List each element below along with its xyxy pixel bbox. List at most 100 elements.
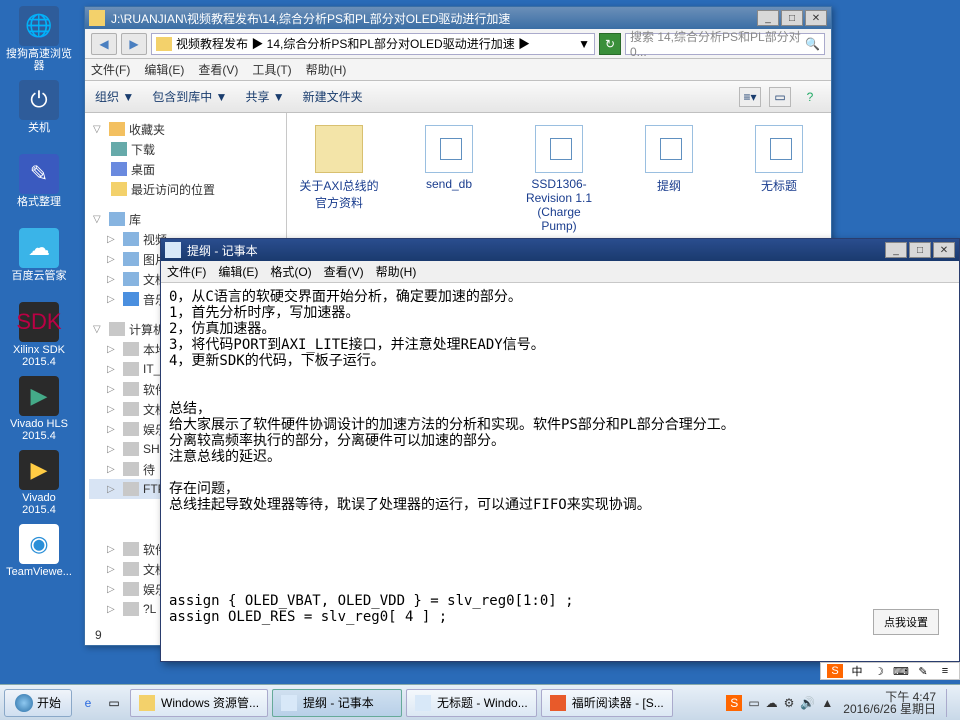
- file-item[interactable]: 无标题: [739, 125, 819, 194]
- menu-file[interactable]: 文件(F): [91, 61, 130, 78]
- settings-icon[interactable]: ✎: [915, 664, 931, 678]
- drive-icon: [123, 542, 139, 556]
- sogou-icon[interactable]: S: [726, 695, 742, 711]
- taskbar-item[interactable]: 福昕阅读器 - [S...: [541, 689, 673, 717]
- file-item[interactable]: 关于AXI总线的官方资料: [299, 125, 379, 211]
- taskbar-item[interactable]: Windows 资源管...: [130, 689, 268, 717]
- menu-tools[interactable]: 工具(T): [252, 61, 291, 78]
- sogou-icon[interactable]: S: [827, 664, 843, 678]
- folder-icon: [139, 695, 155, 711]
- tray-icon[interactable]: ▭: [748, 696, 759, 710]
- music-icon: [123, 292, 139, 306]
- drive-icon: [123, 422, 139, 436]
- window-title: 提纲 - 记事本: [187, 242, 885, 259]
- notepad-icon: [415, 695, 431, 711]
- menu-icon[interactable]: ≡: [937, 664, 953, 678]
- quicklaunch-icon[interactable]: ▭: [102, 690, 126, 716]
- file-item[interactable]: SSD1306-Revision 1.1 (Charge Pump): [519, 125, 599, 233]
- desktop-icon[interactable]: ☁百度云管家: [4, 228, 74, 282]
- settings-button[interactable]: 点我设置: [873, 609, 939, 635]
- drive-icon: [123, 402, 139, 416]
- close-button[interactable]: ✕: [805, 10, 827, 26]
- ie-icon[interactable]: e: [76, 690, 100, 716]
- drive-icon: [123, 382, 139, 396]
- show-desktop[interactable]: [946, 689, 956, 717]
- start-button[interactable]: 开始: [4, 689, 72, 717]
- drive-icon: [123, 602, 139, 616]
- new-folder-button[interactable]: 新建文件夹: [303, 88, 363, 105]
- video-icon: [123, 232, 139, 246]
- drive-icon: [123, 462, 139, 476]
- notepad-icon: [165, 242, 181, 258]
- desktop-icon[interactable]: ◉TeamViewe...: [4, 524, 74, 578]
- maximize-button[interactable]: □: [909, 242, 931, 258]
- moon-icon[interactable]: ☽: [871, 664, 887, 678]
- menu-help[interactable]: 帮助(H): [376, 263, 417, 280]
- close-button[interactable]: ✕: [933, 242, 955, 258]
- download-icon: [111, 142, 127, 156]
- menu-view[interactable]: 查看(V): [324, 263, 364, 280]
- preview-button[interactable]: ▭: [769, 87, 791, 107]
- documents-icon: [123, 272, 139, 286]
- notepad-titlebar[interactable]: 提纲 - 记事本 _ □ ✕: [161, 239, 959, 261]
- tray-icon[interactable]: 🔊: [800, 696, 815, 710]
- menu-edit[interactable]: 编辑(E): [144, 61, 184, 78]
- explorer-menu: 文件(F) 编辑(E) 查看(V) 工具(T) 帮助(H): [85, 59, 831, 81]
- menu-file[interactable]: 文件(F): [167, 263, 206, 280]
- minimize-button[interactable]: _: [757, 10, 779, 26]
- clock[interactable]: 下午 4:472016/6/26 星期日: [839, 691, 940, 715]
- keyboard-icon[interactable]: ⌨: [893, 664, 909, 678]
- folder-icon: [156, 37, 172, 51]
- refresh-button[interactable]: ↻: [599, 33, 621, 55]
- desktop-icon[interactable]: 🌐搜狗高速浏览器: [4, 6, 74, 72]
- taskbar-item[interactable]: 无标题 - Windo...: [406, 689, 537, 717]
- taskbar-item[interactable]: 提纲 - 记事本: [272, 689, 402, 717]
- address-bar[interactable]: 视频教程发布 ▶ 14,综合分析PS和PL部分对OLED驱动进行加速 ▶▼: [151, 33, 595, 55]
- file-icon: [425, 125, 473, 173]
- drive-icon: [123, 442, 139, 456]
- pdf-icon: [550, 695, 566, 711]
- menu-view[interactable]: 查看(V): [198, 61, 238, 78]
- desktop-icon[interactable]: SDKXilinx SDK 2015.4: [4, 302, 74, 368]
- drive-icon: [123, 362, 139, 376]
- organize-button[interactable]: 组织 ▼: [95, 88, 134, 105]
- computer-icon: [109, 322, 125, 336]
- window-title: J:\RUANJIAN\视频教程发布\14,综合分析PS和PL部分对OLED驱动…: [111, 10, 757, 27]
- file-item[interactable]: 提纲: [629, 125, 709, 194]
- explorer-titlebar[interactable]: J:\RUANJIAN\视频教程发布\14,综合分析PS和PL部分对OLED驱动…: [85, 7, 831, 29]
- ime-tray[interactable]: S 中 ☽ ⌨ ✎ ≡: [820, 662, 960, 680]
- ime-icon[interactable]: 中: [849, 664, 865, 678]
- minimize-button[interactable]: _: [885, 242, 907, 258]
- back-button[interactable]: ◀: [91, 33, 117, 55]
- tray-icon[interactable]: ☁: [766, 696, 778, 710]
- notepad-window: 提纲 - 记事本 _ □ ✕ 文件(F) 编辑(E) 格式(O) 查看(V) 帮…: [160, 238, 960, 662]
- forward-button[interactable]: ▶: [121, 33, 147, 55]
- drive-icon: [123, 482, 139, 496]
- star-icon: [109, 122, 125, 136]
- desktop-icon[interactable]: ⏻关机: [4, 80, 74, 134]
- desktop-icon[interactable]: ✎格式整理: [4, 154, 74, 208]
- address-bar-row: ◀ ▶ 视频教程发布 ▶ 14,综合分析PS和PL部分对OLED驱动进行加速 ▶…: [85, 29, 831, 59]
- menu-help[interactable]: 帮助(H): [306, 61, 347, 78]
- tray-icon[interactable]: ⚙: [784, 696, 795, 710]
- system-tray[interactable]: S ▭ ☁ ⚙ 🔊 ▲ 下午 4:472016/6/26 星期日: [726, 689, 956, 717]
- desktop-icon[interactable]: ▶Vivado 2015.4: [4, 450, 74, 516]
- share-button[interactable]: 共享 ▼: [245, 88, 284, 105]
- file-icon: [645, 125, 693, 173]
- view-button[interactable]: ≡▾: [739, 87, 761, 107]
- file-icon: [535, 125, 583, 173]
- tray-icon[interactable]: ▲: [821, 696, 833, 710]
- pictures-icon: [123, 252, 139, 266]
- desktop-icon[interactable]: ▶Vivado HLS 2015.4: [4, 376, 74, 442]
- windows-orb-icon: [15, 694, 33, 712]
- notepad-menu: 文件(F) 编辑(E) 格式(O) 查看(V) 帮助(H): [161, 261, 959, 283]
- file-item[interactable]: send_db: [409, 125, 489, 191]
- menu-format[interactable]: 格式(O): [270, 263, 311, 280]
- help-button[interactable]: ?: [799, 87, 821, 107]
- maximize-button[interactable]: □: [781, 10, 803, 26]
- notepad-text-area[interactable]: 0，从C语言的软硬交界面开始分析，确定要加速的部分。 1，首先分析时序，写加速器…: [161, 283, 959, 661]
- search-input[interactable]: 搜索 14,综合分析PS和PL部分对0...🔍: [625, 33, 825, 55]
- menu-edit[interactable]: 编辑(E): [218, 263, 258, 280]
- include-lib-button[interactable]: 包含到库中 ▼: [152, 88, 227, 105]
- file-icon: [755, 125, 803, 173]
